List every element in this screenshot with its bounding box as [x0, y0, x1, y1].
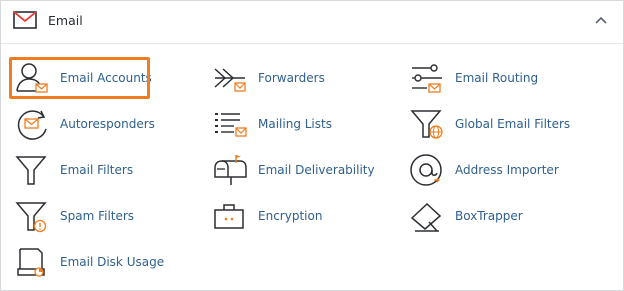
boxtrapper-icon [409, 199, 445, 235]
item-label: Address Importer [455, 163, 559, 177]
funnel-icon [14, 153, 50, 189]
mailing-list-icon [212, 107, 248, 143]
chevron-up-icon[interactable] [594, 14, 608, 28]
item-label: BoxTrapper [455, 209, 523, 223]
item-label: Mailing Lists [258, 117, 332, 131]
item-label: Email Filters [60, 163, 134, 177]
item-label: Email Deliverability [258, 163, 375, 177]
user-mail-icon [14, 61, 50, 97]
autoresponder-icon [14, 107, 50, 143]
item-label: Encryption [258, 209, 323, 223]
forward-arrow-icon [212, 61, 248, 97]
spam-filter-icon [14, 199, 50, 235]
item-label: Global Email Filters [455, 117, 571, 131]
item-label: Autoresponders [60, 117, 155, 131]
encryption-icon [212, 199, 248, 235]
item-label: Email Disk Usage [60, 255, 165, 269]
section-title: Email [48, 13, 83, 28]
mailbox-icon [212, 153, 248, 189]
email-panel: Email Email Accounts Forwarders Email Ro… [0, 0, 624, 291]
at-sign-icon [409, 153, 445, 189]
disk-usage-icon [14, 245, 50, 281]
item-label: Spam Filters [60, 209, 135, 223]
global-filter-icon [409, 107, 445, 143]
item-label: Forwarders [258, 71, 325, 85]
item-label: Email Routing [455, 71, 539, 85]
item-label: Email Accounts [60, 71, 152, 85]
email-section-header[interactable]: Email [1, 1, 623, 44]
envelope-icon [13, 11, 37, 29]
routing-icon [409, 61, 445, 97]
